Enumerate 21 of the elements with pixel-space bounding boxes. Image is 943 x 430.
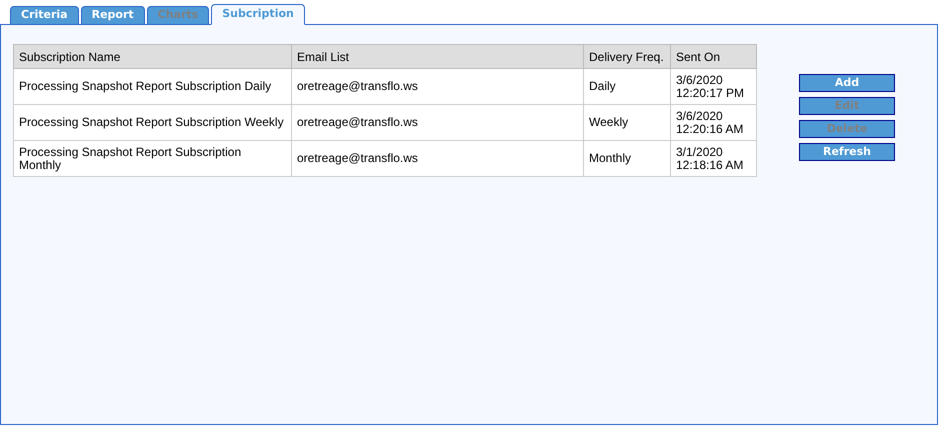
table-cell: Processing Snapshot Report Subscription Weekly — [14, 104, 292, 140]
action-button[interactable]: Add — [799, 74, 895, 92]
action-button[interactable]: Refresh — [799, 143, 895, 161]
table-cell: Processing Snapshot Report Subscription Daily — [14, 68, 292, 104]
column-header: Sent On — [670, 44, 756, 68]
table-cell: Processing Snapshot Report Subscription Monthly — [14, 140, 292, 176]
column-header: Email List — [292, 44, 584, 68]
column-header: Subscription Name — [14, 44, 292, 68]
table-cell: 3/6/2020 12:20:17 PM — [670, 68, 756, 104]
table-cell: Monthly — [584, 140, 670, 176]
table-cell: 3/6/2020 12:20:16 AM — [670, 104, 756, 140]
table-cell: oretreage@transflo.ws — [292, 104, 584, 140]
table-cell: 3/1/2020 12:18:16 AM — [670, 140, 756, 176]
tab[interactable]: Criteria — [10, 6, 79, 25]
table-cell: Weekly — [584, 104, 670, 140]
tab[interactable]: Subcription — [211, 4, 305, 25]
column-header: Delivery Freq. — [584, 44, 670, 68]
table-cell: Daily — [584, 68, 670, 104]
table-cell: oretreage@transflo.ws — [292, 140, 584, 176]
tab[interactable]: Report — [80, 6, 145, 25]
table-cell: oretreage@transflo.ws — [292, 68, 584, 104]
